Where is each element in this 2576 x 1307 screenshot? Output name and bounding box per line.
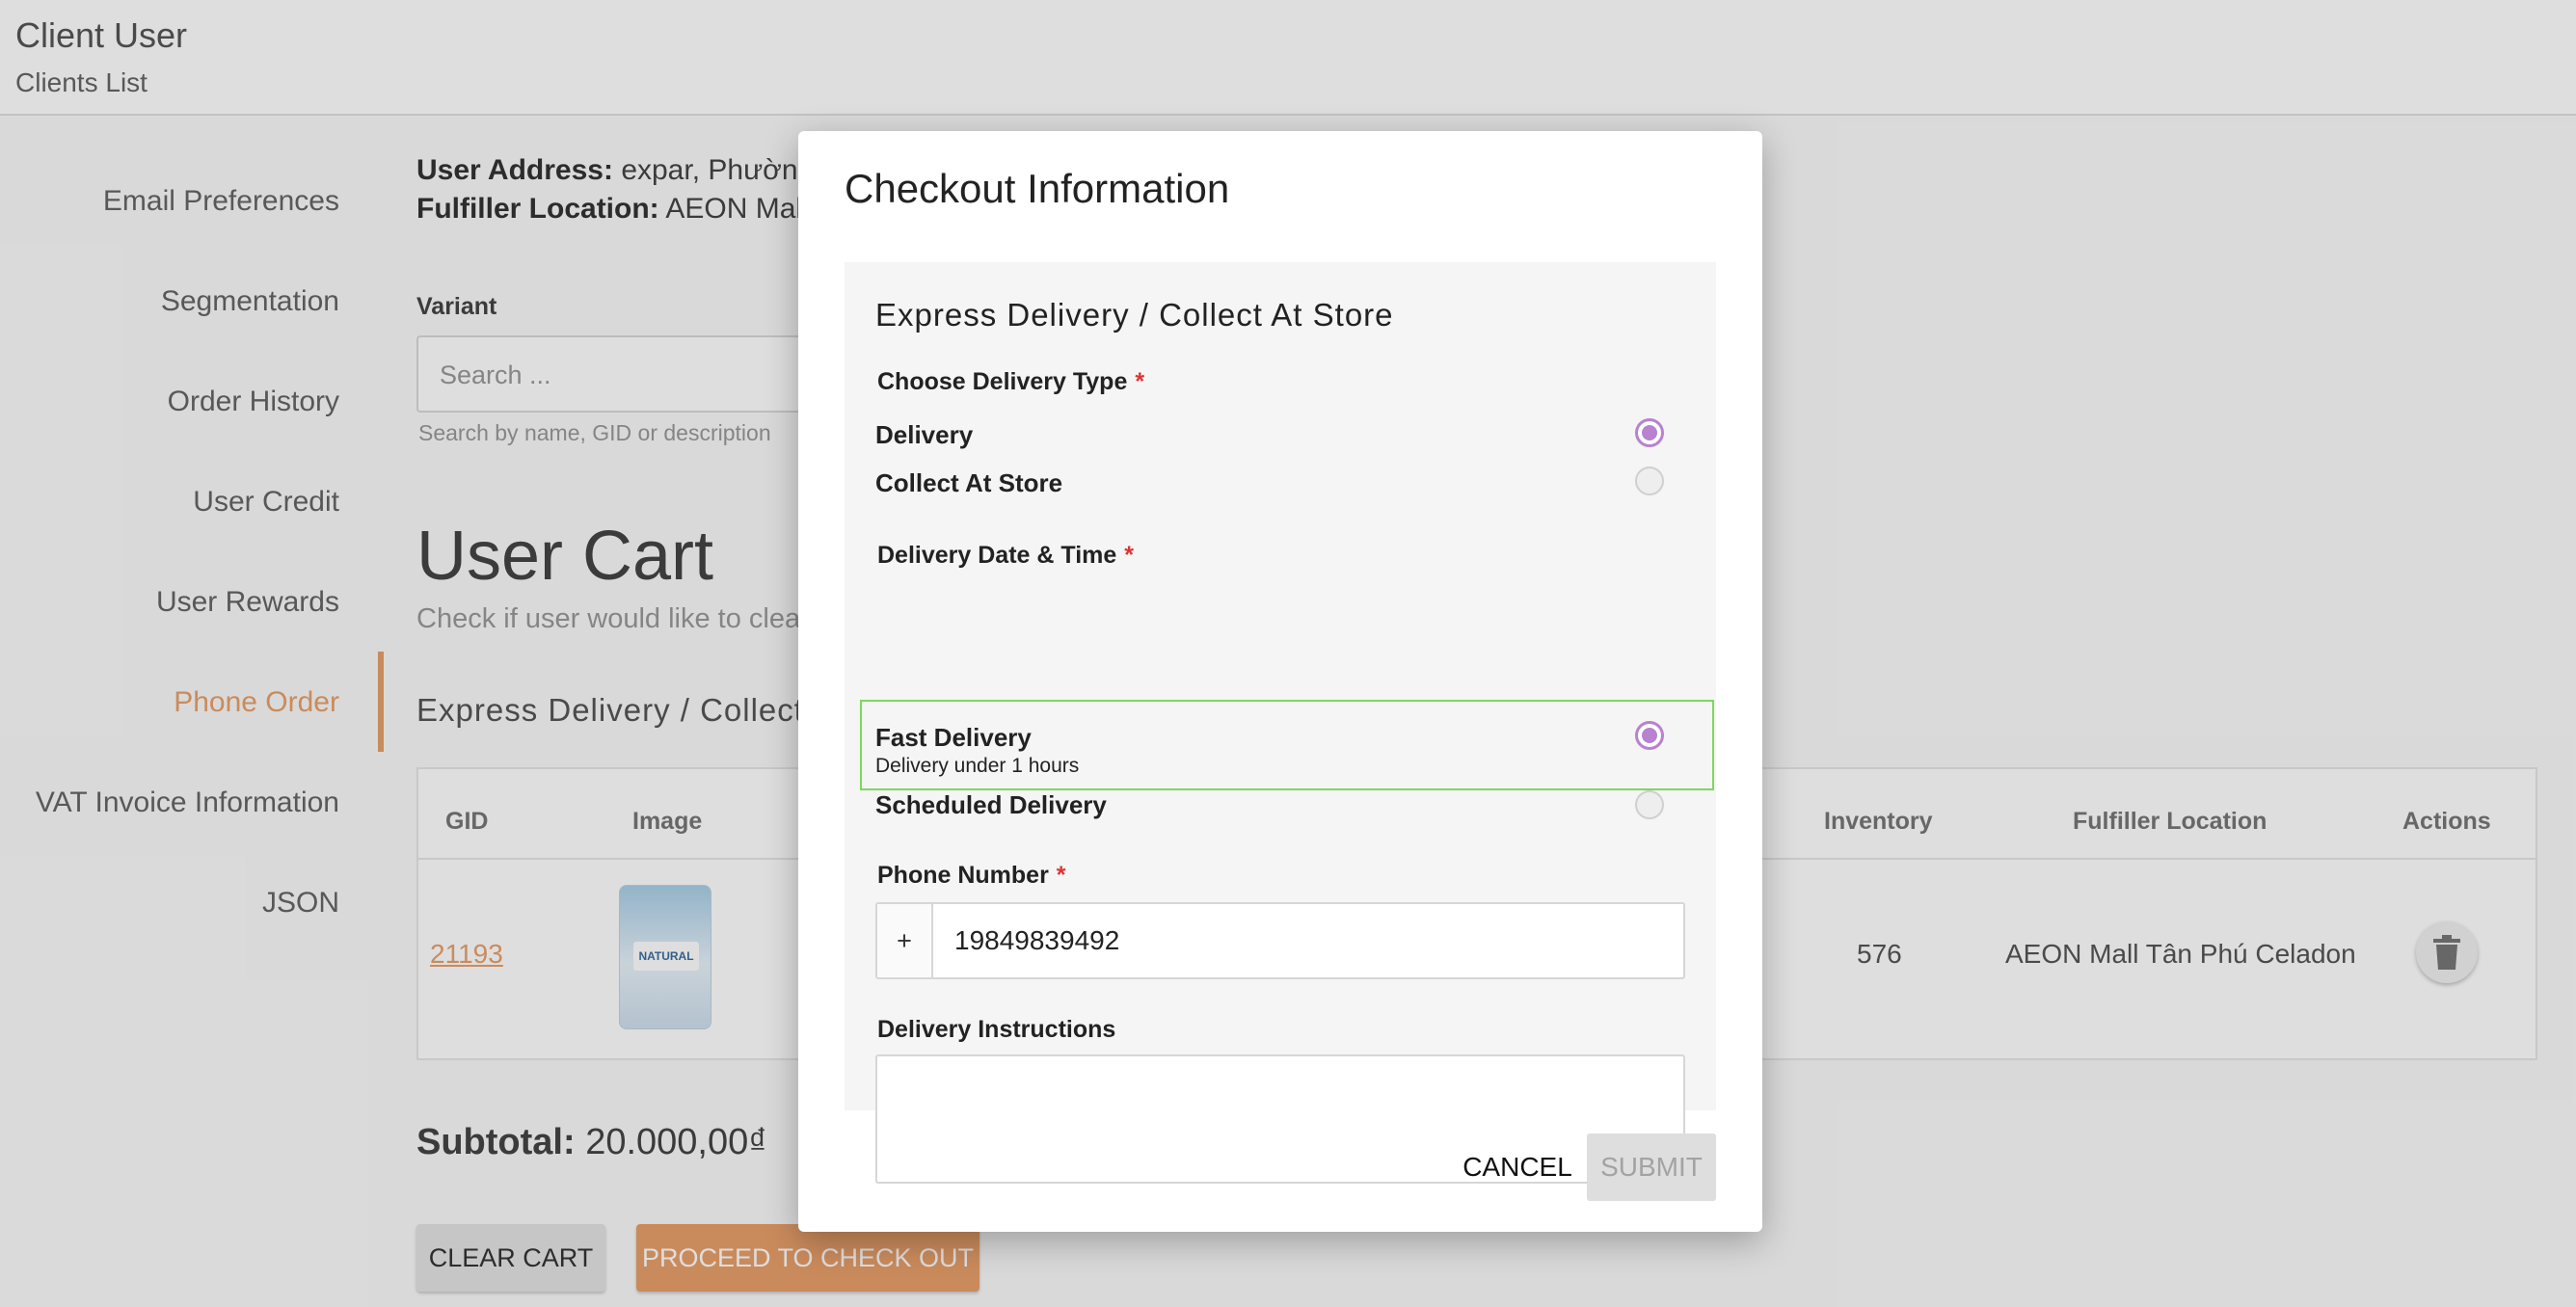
delivery-panel: Express Delivery / Collect At Store Choo… [845, 262, 1716, 1184]
option-scheduled-delivery-label[interactable]: Scheduled Delivery [875, 790, 1107, 820]
radio-scheduled-delivery[interactable] [1635, 790, 1664, 819]
dialog-title: Checkout Information [845, 166, 1230, 211]
phone-number-input[interactable] [933, 904, 1683, 977]
option-fast-delivery-sublabel: Delivery under 1 hours [875, 755, 1080, 777]
date-time-label: Delivery Date & Time * [877, 542, 1134, 570]
required-mark: * [1124, 542, 1135, 569]
date-time-label-text: Delivery Date & Time [877, 542, 1117, 569]
option-collect-at-store-label[interactable]: Collect At Store [875, 468, 1062, 498]
cancel-button[interactable]: CANCEL [1460, 1134, 1575, 1201]
delivery-type-label: Choose Delivery Type * [877, 368, 1144, 396]
phone-number-label-text: Phone Number [877, 862, 1049, 889]
radio-collect-at-store[interactable] [1635, 467, 1664, 495]
delivery-instructions-label: Delivery Instructions [877, 1016, 1116, 1043]
submit-button[interactable]: SUBMIT [1587, 1134, 1716, 1201]
option-delivery-label[interactable]: Delivery [875, 420, 973, 450]
required-mark: * [1135, 368, 1145, 395]
radio-delivery[interactable] [1635, 418, 1664, 447]
required-mark: * [1056, 862, 1066, 889]
radio-fast-delivery[interactable] [1635, 721, 1664, 750]
delivery-type-label-text: Choose Delivery Type [877, 368, 1128, 395]
phone-prefix: + [877, 904, 933, 977]
checkout-dialog: Checkout Information Express Delivery / … [798, 131, 1762, 1232]
option-fast-delivery-label[interactable]: Fast Delivery [875, 723, 1032, 753]
phone-number-label: Phone Number * [877, 862, 1066, 890]
panel-title: Express Delivery / Collect At Store [875, 297, 1394, 333]
phone-field: + [875, 902, 1685, 979]
